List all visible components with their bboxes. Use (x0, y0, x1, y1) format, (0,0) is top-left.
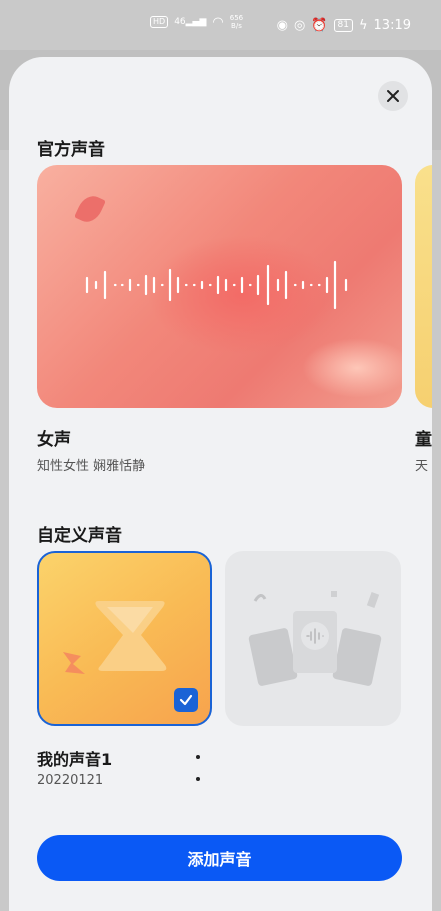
next-voice-name: 童 (415, 430, 432, 450)
speed-unit: B/s (231, 22, 242, 30)
status-left-indicators: HD 46▂▄▆ ◠ 656 B/s (150, 14, 243, 30)
more-vertical-icon (196, 755, 200, 759)
charging-icon: ϟ (358, 17, 368, 33)
battery-icon: 81 (333, 18, 353, 32)
add-voice-card[interactable] (225, 551, 401, 726)
custom-voice-card[interactable] (37, 551, 212, 726)
status-right-indicators: ◉ ◎ ⏰ 81 ϟ 13:19 (277, 18, 411, 33)
selected-checkbox[interactable] (174, 688, 198, 712)
official-voice-description: 知性女性 娴雅恬静 (37, 459, 146, 474)
custom-voice-date: 20220121 (37, 773, 104, 788)
close-button[interactable] (378, 81, 408, 111)
petal-decoration (74, 191, 106, 227)
official-voice-name: 女声 (37, 430, 71, 450)
speed-value: 656 (229, 14, 244, 22)
card-decoration (302, 338, 402, 398)
nfc-icon: ◉ (276, 17, 288, 33)
official-voice-card-next[interactable] (415, 165, 432, 408)
official-voice-card-female[interactable] (37, 165, 402, 408)
next-voice-description: 天 (415, 459, 429, 474)
custom-voice-section-title: 自定义声音 (37, 526, 122, 546)
checkmark-icon (179, 694, 193, 706)
official-voice-section-title: 官方声音 (37, 140, 105, 160)
more-vertical-icon-dot (196, 777, 200, 781)
clock: 13:19 (373, 17, 411, 33)
voice-picker-sheet: 官方声音 女声 知性女性 娴雅恬静 童 天 自定义声音 我的声音1 202201… (9, 57, 432, 911)
custom-voice-name: 我的声音1 (37, 750, 113, 769)
mini-hourglass-artwork (63, 652, 85, 674)
add-voice-button[interactable]: 添加声音 (37, 835, 402, 881)
close-icon (387, 90, 399, 102)
wifi-icon: ◠ (212, 14, 224, 30)
status-bar: HD 46▂▄▆ ◠ 656 B/s ◉ ◎ ⏰ 81 ϟ 13:19 (0, 0, 441, 50)
alarm-icon: ⏰ (311, 17, 328, 33)
hourglass-artwork (95, 601, 167, 671)
hd-network-icon: HD (150, 16, 169, 28)
voice-cards-illustration (248, 591, 382, 686)
network-speed: 656 B/s (230, 14, 243, 30)
eye-comfort-icon: ◎ (293, 17, 306, 33)
waveform-icon (85, 260, 348, 310)
more-options-button[interactable] (191, 755, 205, 781)
signal-icon: 46▂▄▆ (174, 17, 207, 27)
